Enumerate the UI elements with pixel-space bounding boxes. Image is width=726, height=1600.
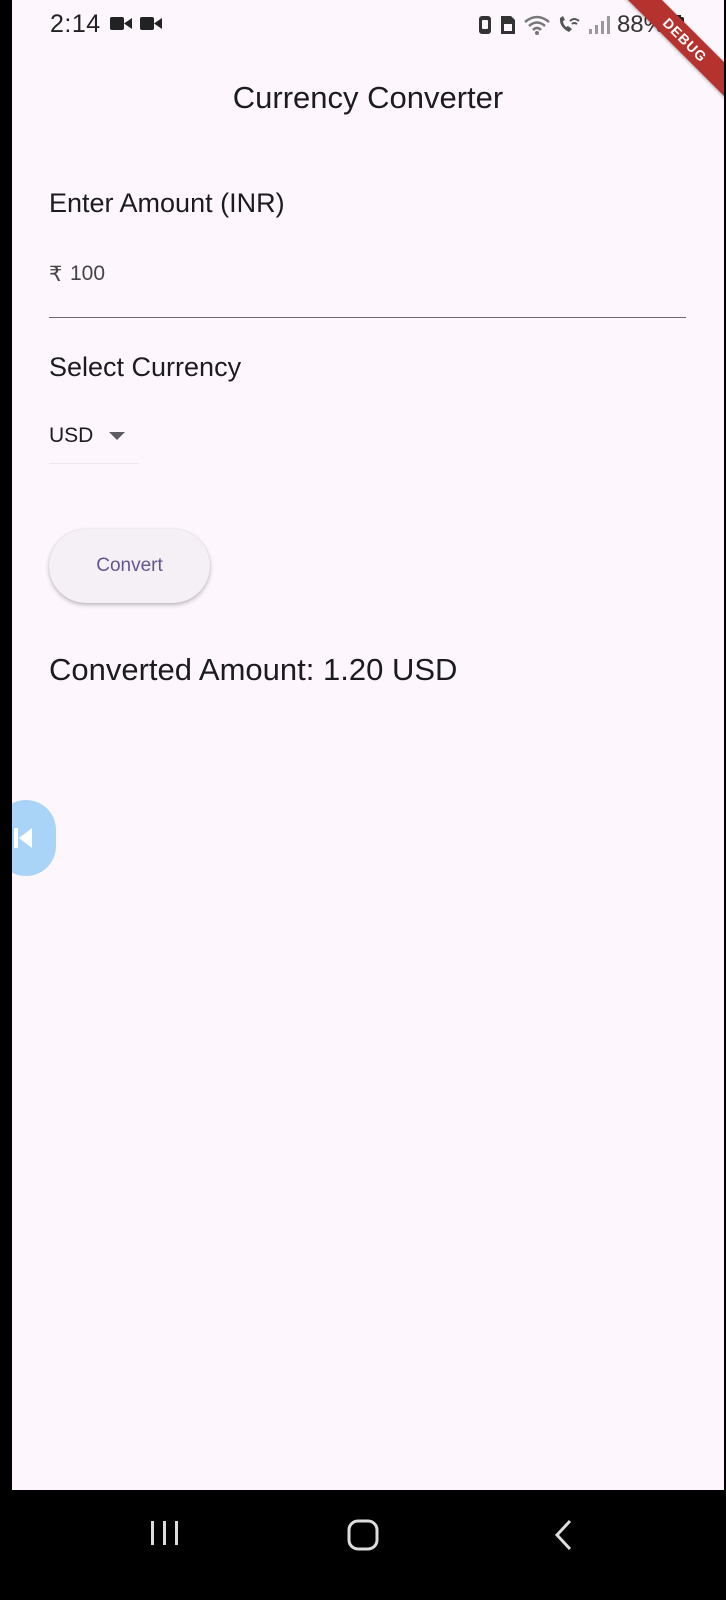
- wifi-call-icon: [559, 16, 580, 32]
- floating-bubble[interactable]: [12, 800, 56, 876]
- currency-dropdown[interactable]: USD: [49, 418, 139, 464]
- amount-input[interactable]: ₹ 100: [49, 252, 686, 318]
- video-camera-icon: [140, 17, 162, 30]
- rupee-prefix: ₹: [49, 263, 63, 286]
- back-icon[interactable]: [552, 1518, 576, 1552]
- phone-screen: 2:14 88% DEBUG Currency Converter Enter …: [0, 0, 726, 1600]
- navigation-bar: [0, 1490, 726, 1600]
- dropdown-arrow-icon: [109, 432, 125, 440]
- page-title: Currency Converter: [232, 80, 504, 115]
- selected-currency: USD: [49, 424, 94, 447]
- converted-amount-text: Converted Amount: 1.20 USD: [49, 652, 458, 687]
- status-time: 2:14: [50, 10, 101, 38]
- skip-back-icon: [14, 828, 32, 848]
- storage-icon: [500, 16, 515, 34]
- amount-value: 100: [70, 262, 106, 285]
- home-icon[interactable]: [346, 1518, 380, 1552]
- status-bar: 2:14 88%: [12, 0, 724, 48]
- amount-label: Enter Amount (INR): [49, 188, 285, 218]
- wifi-icon: [524, 15, 550, 35]
- convert-button[interactable]: Convert: [49, 529, 210, 603]
- video-camera-icon: [110, 17, 132, 30]
- signal-icon: [588, 16, 610, 34]
- sim-icon: [478, 16, 491, 34]
- app-window: 2:14 88% DEBUG Currency Converter Enter …: [12, 0, 724, 1490]
- recent-apps-icon[interactable]: [148, 1518, 182, 1548]
- currency-label: Select Currency: [49, 352, 242, 382]
